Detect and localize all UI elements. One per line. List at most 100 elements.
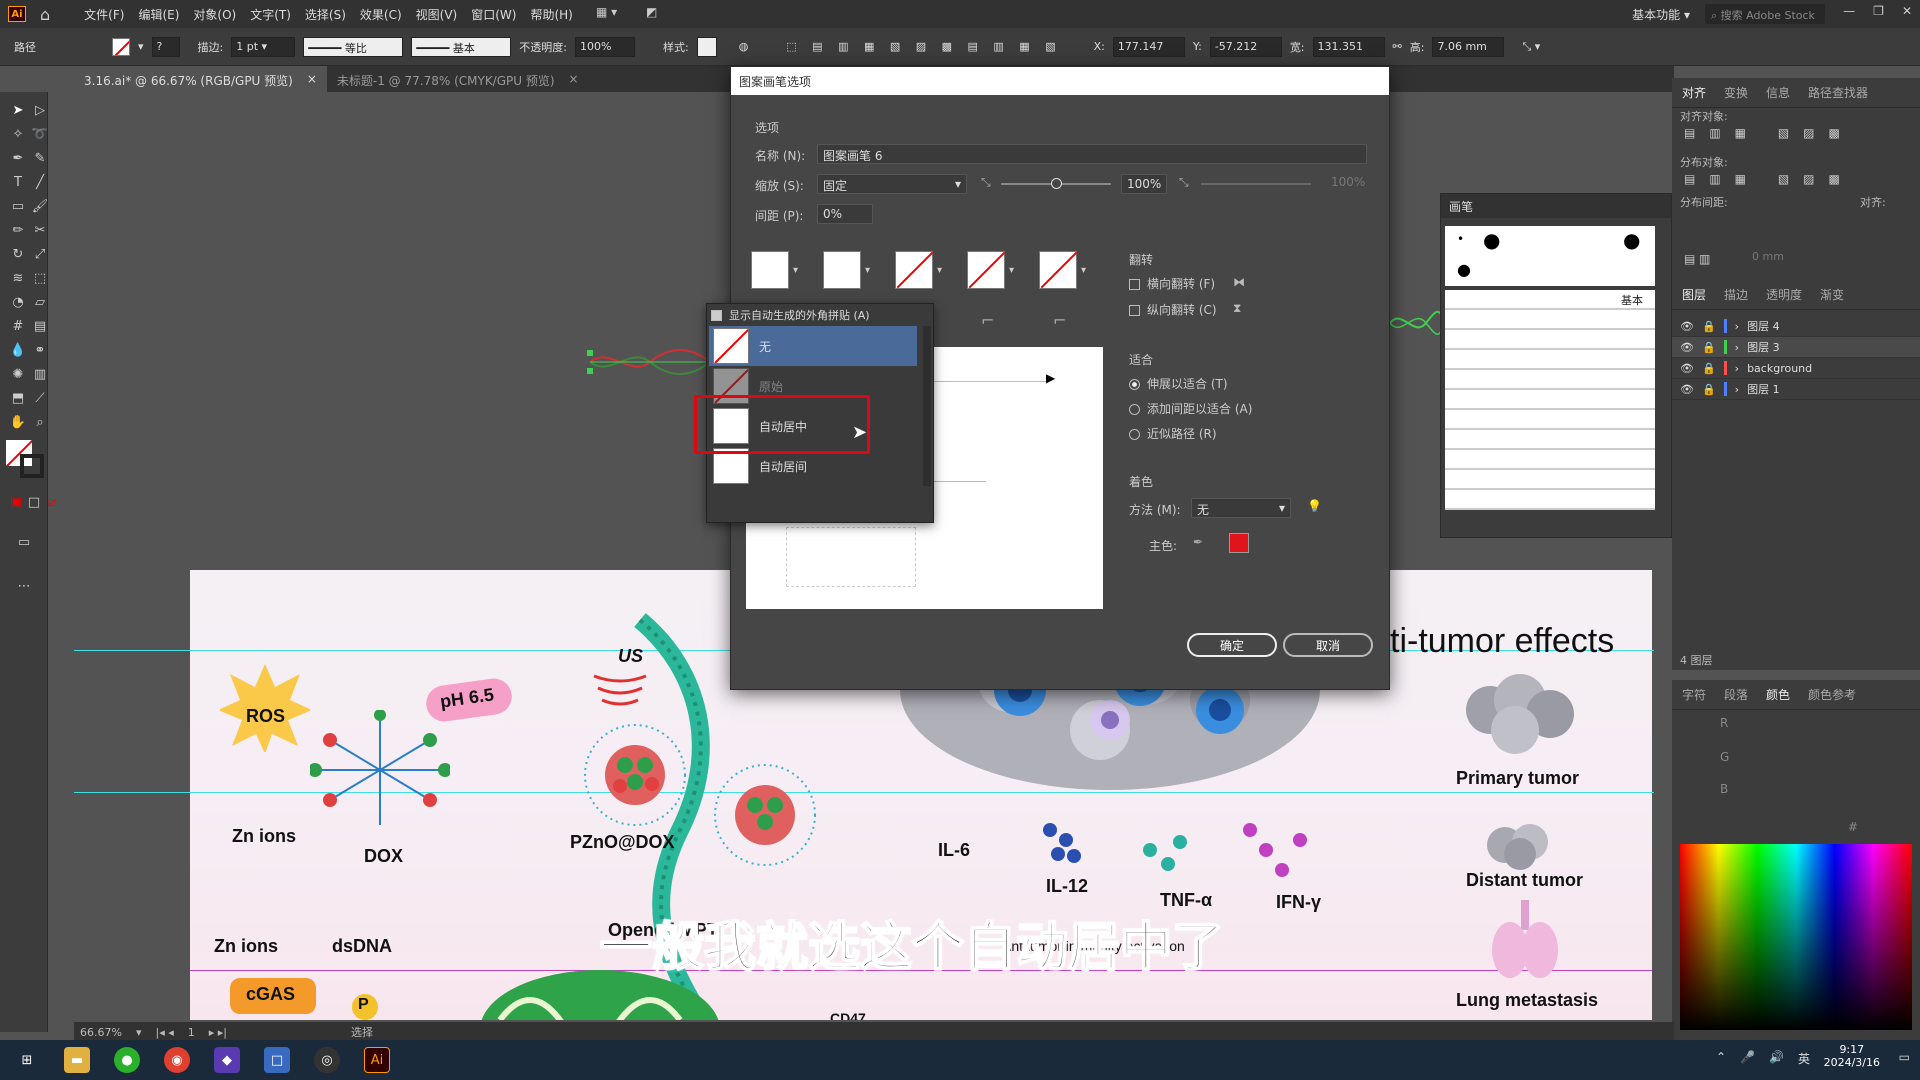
scale-select[interactable]: 固定 ▾	[817, 174, 967, 194]
chevron-down-icon[interactable]: ▾	[937, 265, 942, 276]
menu-view[interactable]: 视图(V)	[416, 6, 458, 23]
layer-row[interactable]: 👁 🔒 › 图层 3	[1672, 337, 1920, 358]
h-field[interactable]: 7.06 mm	[1432, 36, 1505, 57]
zoom-tool-icon[interactable]: ⌕	[30, 412, 50, 432]
chevron-down-icon[interactable]: ▾	[1009, 265, 1014, 276]
clock[interactable]: 9:17 2024/3/16	[1824, 1043, 1880, 1069]
chevron-down-icon[interactable]: ▾	[793, 265, 798, 276]
method-select[interactable]: 无 ▾	[1191, 498, 1291, 518]
microphone-icon[interactable]: 🎤	[1740, 1050, 1755, 1067]
tile-side[interactable]	[751, 251, 789, 289]
layer-name[interactable]: 图层 3	[1747, 339, 1780, 355]
scale-icon[interactable]: ⤢	[30, 244, 50, 264]
recorder-icon[interactable]: ◎	[314, 1047, 340, 1073]
ok-button[interactable]: 确定	[1187, 633, 1277, 657]
expand-icon[interactable]: ›	[1735, 341, 1739, 354]
tab-stroke[interactable]: 描边	[1724, 286, 1748, 303]
flip-v-checkbox[interactable]	[1129, 305, 1140, 316]
home-icon[interactable]: ⌂	[40, 5, 50, 24]
opacity-field[interactable]: 100%	[574, 36, 635, 57]
brush-thumbnails[interactable]: • ● ● ●	[1445, 226, 1655, 286]
tab-pathfinder[interactable]: 路径查找器	[1808, 84, 1868, 101]
layer-row[interactable]: 👁 🔒 › 图层 1	[1672, 379, 1920, 400]
fit-spacing-radio[interactable]	[1129, 404, 1140, 415]
variable-width-profile[interactable]: ━━━━━ 等比	[303, 36, 404, 57]
y-field[interactable]: -57.212	[1209, 36, 1282, 57]
graphic-style-swatch[interactable]	[696, 36, 717, 57]
volume-icon[interactable]: 🔊	[1769, 1050, 1784, 1067]
tab-color[interactable]: 颜色	[1766, 686, 1790, 703]
lasso-icon[interactable]: ➰	[30, 124, 50, 144]
blend-icon[interactable]: ⚭	[30, 340, 50, 360]
eye-icon[interactable]: 👁	[1680, 362, 1694, 375]
tile-end[interactable]	[1039, 251, 1077, 289]
minimize-icon[interactable]: —	[1843, 4, 1855, 18]
tab-transform[interactable]: 变换	[1724, 84, 1748, 101]
menu-file[interactable]: 文件(F)	[84, 6, 124, 23]
expand-icon[interactable]: ›	[1735, 362, 1739, 375]
fill-dropdown-icon[interactable]: ▾	[138, 40, 144, 53]
flip-h-checkbox[interactable]	[1129, 279, 1140, 290]
eyedropper-icon[interactable]: 💧	[8, 340, 28, 360]
dropdown-item-none[interactable]: 无	[709, 326, 917, 366]
share-icon[interactable]: ◩	[646, 5, 657, 19]
pencil-icon[interactable]: ✏	[8, 220, 28, 240]
hand-tool-icon[interactable]: ✋	[8, 412, 28, 432]
artboard-nav-next-icon[interactable]: ▸ ▸|	[209, 1026, 227, 1039]
cancel-button[interactable]: 取消	[1283, 633, 1373, 657]
x-field[interactable]: 177.147	[1112, 36, 1185, 57]
tab-document-1[interactable]: 3.16.ai* @ 66.67% (RGB/GPU 预览) ×	[74, 66, 327, 92]
tile-start[interactable]	[967, 251, 1005, 289]
layer-name[interactable]: background	[1747, 362, 1812, 375]
expand-icon[interactable]: ›	[1735, 320, 1739, 333]
layer-row[interactable]: 👁 🔒 › background	[1672, 358, 1920, 379]
rectangle-tool-icon[interactable]: ▭	[8, 196, 28, 216]
spacing-buttons[interactable]: ▤ ▥	[1684, 252, 1711, 266]
mesh-icon[interactable]: #	[8, 316, 28, 336]
gradient-mode-icon[interactable]: □	[24, 492, 44, 512]
none-mode-icon[interactable]: ⧄	[42, 492, 62, 512]
app-icon[interactable]: ◆	[214, 1047, 240, 1073]
graph-tool-icon[interactable]: ▥	[30, 364, 50, 384]
shape-builder-icon[interactable]: ◔	[8, 292, 28, 312]
rotate-icon[interactable]: ↻	[8, 244, 28, 264]
stroke-color-icon[interactable]	[20, 454, 44, 478]
brush-definition[interactable]: ━━━━━ 基本	[411, 36, 512, 57]
fit-stretch-radio[interactable]	[1129, 379, 1140, 390]
stroke-weight-field[interactable]: 1 pt ▾	[231, 36, 296, 57]
stroke-swatch[interactable]: ?	[151, 36, 180, 57]
menu-select[interactable]: 选择(S)	[305, 6, 346, 23]
tips-icon[interactable]: 💡	[1307, 499, 1322, 513]
curvature-icon[interactable]: ✎	[30, 148, 50, 168]
eye-icon[interactable]: 👁	[1680, 341, 1694, 354]
pen-tool-icon[interactable]: ✒	[8, 148, 28, 168]
selected-path[interactable]	[586, 344, 716, 384]
menu-type[interactable]: 文字(T)	[250, 6, 291, 23]
show-auto-corners-checkbox[interactable]	[711, 310, 722, 321]
windows-start-icon[interactable]: ⊞	[14, 1047, 40, 1073]
brush-list[interactable]	[1445, 290, 1655, 510]
layer-row[interactable]: 👁 🔒 › 图层 4	[1672, 316, 1920, 337]
magic-wand-icon[interactable]: ✧	[8, 124, 28, 144]
w-field[interactable]: 131.351	[1312, 36, 1385, 57]
eye-icon[interactable]: 👁	[1680, 320, 1694, 333]
tab-document-2[interactable]: 未标题-1 @ 77.78% (CMYK/GPU 预览) ×	[327, 66, 589, 92]
expand-icon[interactable]: ›	[1735, 383, 1739, 396]
chevron-down-icon[interactable]: ▾	[1081, 265, 1086, 276]
menu-edit[interactable]: 编辑(E)	[138, 6, 179, 23]
line-tool-icon[interactable]: ╱	[30, 172, 50, 192]
lock-icon[interactable]: 🔒	[1702, 383, 1716, 396]
arrange-documents-icon[interactable]: ▦ ▾	[596, 5, 617, 19]
menu-effect[interactable]: 效果(C)	[360, 6, 402, 23]
spacing-field[interactable]: 0%	[817, 204, 873, 224]
file-explorer-icon[interactable]: ▬	[64, 1047, 90, 1073]
layer-name[interactable]: 图层 4	[1747, 318, 1780, 334]
workspace-switcher[interactable]: 基本功能 ▾	[1632, 6, 1690, 23]
menu-object[interactable]: 对象(O)	[193, 6, 236, 23]
tab-paragraph[interactable]: 段落	[1724, 686, 1748, 703]
layer-name[interactable]: 图层 1	[1747, 381, 1780, 397]
color-mode-icon[interactable]: ▣	[6, 492, 26, 512]
paintbrush-icon[interactable]: 🖌	[30, 196, 50, 216]
fill-swatch[interactable]	[112, 37, 130, 56]
slice-icon[interactable]: ⟋	[30, 388, 50, 408]
